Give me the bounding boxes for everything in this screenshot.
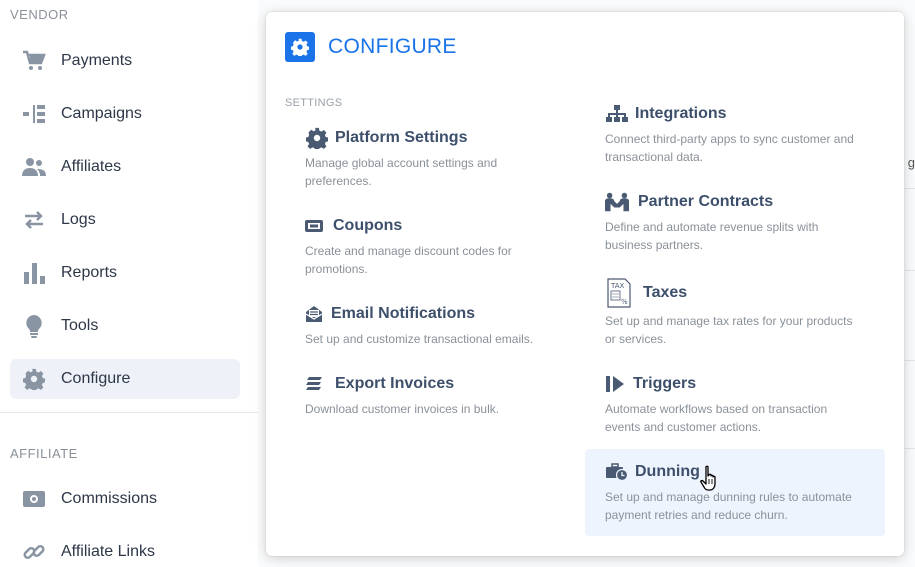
sidebar-item-affiliate-links[interactable]: Affiliate Links: [10, 532, 240, 567]
tax-icon: TAX%: [605, 278, 633, 308]
stack-icon: [305, 372, 323, 396]
sidebar-item-label: Commissions: [61, 490, 158, 507]
sidebar-item-label: Payments: [61, 52, 133, 69]
sidebar-item-label: Logs: [61, 211, 96, 228]
svg-text:TAX: TAX: [610, 282, 625, 290]
sidebar-item-label: Campaigns: [61, 105, 142, 122]
bg-divider: [905, 360, 915, 361]
trigger-icon: [605, 372, 625, 396]
partner-contracts-item[interactable]: Partner Contracts Define and automate re…: [605, 190, 905, 254]
integrations-item[interactable]: Integrations Connect third-party apps to…: [605, 102, 905, 166]
entry-title: Coupons: [333, 217, 403, 234]
email-icon: [305, 302, 323, 326]
entry-description: Define and automate revenue splits with …: [605, 220, 819, 252]
coupon-icon: [305, 214, 323, 238]
entry-title: Triggers: [633, 375, 697, 392]
arrows-icon: [22, 208, 46, 232]
bg-divider: [905, 188, 915, 189]
email-notifications-item[interactable]: Email Notifications Set up and customize…: [305, 302, 605, 348]
gear-icon: [22, 367, 46, 391]
entry-title: Integrations: [635, 105, 727, 122]
entry-description: Manage global account settings and prefe…: [305, 156, 498, 188]
sidebar-item-label: Reports: [61, 264, 118, 281]
entry-description: Set up and manage tax rates for your pro…: [605, 314, 853, 346]
entry-title: Export Invoices: [335, 375, 455, 392]
bg-divider: [905, 270, 915, 271]
sidebar-item-label: Tools: [61, 317, 99, 334]
sidebar-item-reports[interactable]: Reports: [10, 253, 240, 293]
briefcase-clock-icon: [605, 460, 629, 484]
sidebar-item-tools[interactable]: Tools: [10, 306, 240, 346]
bg-divider: [905, 448, 915, 449]
configure-menu: CONFIGURE SETTINGS Platform Settings Man…: [266, 12, 904, 556]
link-icon: [22, 540, 46, 564]
sidebar-item-affiliates[interactable]: Affiliates: [10, 147, 240, 187]
entry-description: Create and manage discount codes for pro…: [305, 244, 512, 276]
triggers-item[interactable]: Triggers Automate workflows based on tra…: [605, 372, 905, 436]
campaigns-icon: [22, 102, 46, 126]
bar-chart-icon: [22, 261, 46, 285]
coupons-item[interactable]: Coupons Create and manage discount codes…: [305, 214, 605, 278]
sidebar-item-logs[interactable]: Logs: [10, 200, 240, 240]
cart-icon: [22, 49, 46, 73]
gear-icon: [285, 32, 315, 62]
entry-title: Platform Settings: [335, 129, 468, 146]
entry-description: Download customer invoices in bulk.: [305, 402, 500, 416]
sidebar-divider: [0, 412, 258, 413]
sidebar-item-payments[interactable]: Payments: [10, 41, 240, 81]
sidebar-item-label: Affiliate Links: [61, 543, 155, 560]
taxes-item[interactable]: TAX% Taxes Set up and manage tax rates f…: [605, 278, 905, 348]
entry-description: Connect third-party apps to sync custome…: [605, 132, 854, 164]
export-invoices-item[interactable]: Export Invoices Download customer invoic…: [305, 372, 605, 418]
sidebar: VENDOR Payments Campaigns Affiliates Log…: [0, 0, 258, 567]
sidebar-item-configure[interactable]: Configure: [10, 359, 240, 399]
sidebar-item-campaigns[interactable]: Campaigns: [10, 94, 240, 134]
svg-text:%: %: [621, 298, 628, 306]
partners-icon: [605, 190, 629, 214]
sidebar-item-label: Configure: [61, 370, 131, 387]
entry-title: Dunning: [635, 463, 700, 480]
popup-title: CONFIGURE: [328, 35, 457, 58]
vendor-section-label: VENDOR: [10, 7, 69, 22]
entry-title: Email Notifications: [331, 305, 476, 322]
sidebar-item-commissions[interactable]: Commissions: [10, 479, 240, 519]
entry-title: Partner Contracts: [638, 193, 774, 210]
sidebar-item-label: Affiliates: [61, 158, 122, 175]
entry-title: Taxes: [643, 284, 688, 301]
dunning-item[interactable]: Dunning Set up and manage dunning rules …: [585, 449, 885, 536]
gear-icon: [305, 126, 329, 150]
affiliate-section-label: AFFILIATE: [10, 446, 78, 461]
hand-cursor-icon: [700, 465, 720, 496]
money-icon: [22, 487, 46, 511]
users-icon: [22, 155, 46, 179]
platform-settings-item[interactable]: Platform Settings Manage global account …: [305, 126, 605, 190]
settings-section-label: SETTINGS: [285, 97, 343, 109]
entry-description: Set up and manage dunning rules to autom…: [605, 490, 852, 522]
popup-header: CONFIGURE: [285, 32, 457, 62]
entry-description: Set up and customize transactional email…: [305, 332, 534, 346]
sitemap-icon: [605, 102, 629, 126]
lightbulb-icon: [22, 314, 46, 338]
bg-peek-text: g: [907, 155, 915, 170]
entry-description: Automate workflows based on transaction …: [605, 402, 828, 434]
